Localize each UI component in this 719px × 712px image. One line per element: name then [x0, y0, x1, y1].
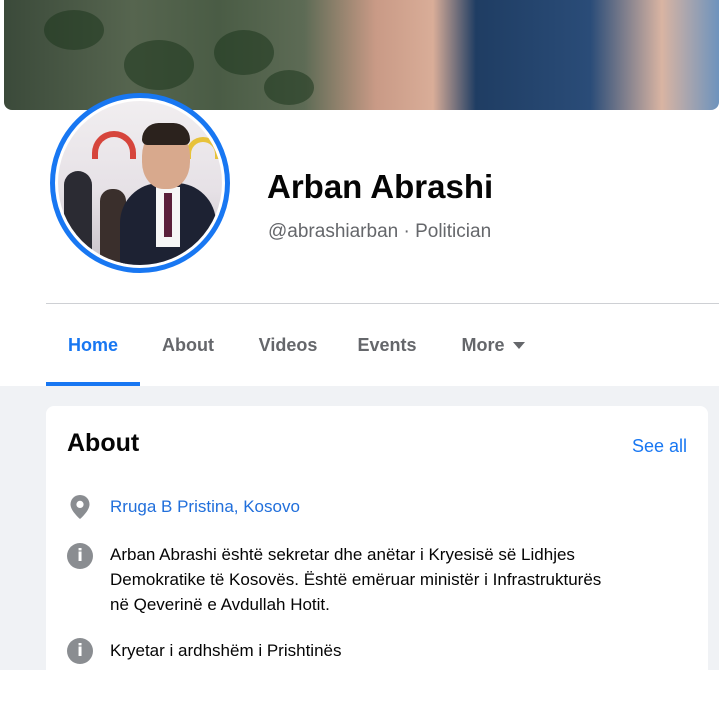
tab-about[interactable]: About	[146, 304, 230, 386]
profile-tabs: Home About Videos Events More	[46, 304, 719, 386]
tab-more[interactable]: More	[444, 304, 542, 386]
cover-leaf	[264, 70, 314, 105]
profile-handle: @abrashiarban	[268, 221, 399, 242]
tab-home[interactable]: Home	[46, 304, 140, 386]
tab-label: Events	[357, 334, 417, 355]
profile-category: Politician	[415, 221, 492, 242]
avatar-background-person	[64, 171, 92, 265]
avatar-hair	[142, 123, 190, 145]
caret-down-icon	[512, 341, 525, 349]
avatar-tie	[164, 193, 172, 237]
tab-label: Videos	[258, 334, 318, 355]
info-icon: i	[67, 543, 93, 569]
profile-subtitle: @abrashiarban · Politician	[268, 221, 491, 243]
bio-line: Demokratike të Kosovës. Është emëruar mi…	[110, 570, 602, 589]
about-card	[46, 406, 708, 670]
tab-label: More	[461, 334, 505, 355]
cover-leaf	[124, 40, 194, 90]
see-all-link[interactable]: See all	[632, 436, 687, 457]
tab-events[interactable]: Events	[344, 304, 430, 386]
avatar-background-logo	[92, 131, 136, 159]
address-link[interactable]: Rruga B Pristina, Kosovo	[110, 494, 300, 519]
tab-videos[interactable]: Videos	[244, 304, 332, 386]
profile-name: Arban Abrashi	[267, 168, 494, 205]
bio-line: Arban Abrashi është sekretar dhe anëtar …	[110, 545, 575, 564]
subtitle-separator: ·	[398, 221, 416, 242]
cover-leaf	[44, 10, 104, 50]
tab-label: About	[162, 334, 214, 355]
bio-line: në Qeverinë e Avdullah Hotit.	[110, 595, 330, 614]
avatar[interactable]	[58, 101, 222, 265]
info-icon: i	[67, 638, 93, 664]
page-bottom	[0, 670, 719, 712]
cover-leaf	[214, 30, 274, 75]
location-pin-icon	[67, 494, 93, 520]
cover-photo[interactable]	[4, 0, 719, 110]
about-position: Kryetar i ardhshëm i Prishtinës	[110, 641, 342, 660]
about-bio: Arban Abrashi është sekretar dhe anëtar …	[110, 542, 601, 617]
about-title: About	[67, 429, 140, 457]
tab-label: Home	[67, 334, 118, 355]
